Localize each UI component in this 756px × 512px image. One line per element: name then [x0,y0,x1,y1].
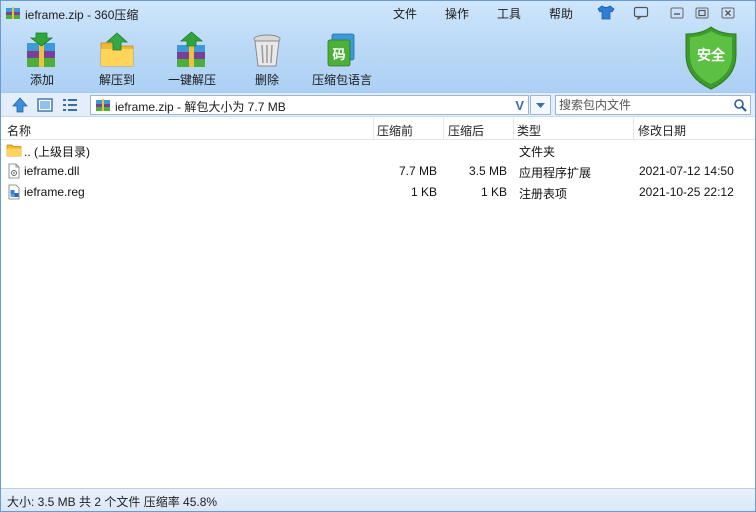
menu-tools[interactable]: 工具 [497,5,521,22]
file-list-header: 名称 压缩前 压缩后 类型 修改日期 [1,118,755,140]
file-modified: 2021-10-25 22:12 [639,185,734,199]
language-code-icon: 码 [327,33,355,67]
list-item-parent-dir[interactable]: .. (上级目录) 文件夹 [1,140,755,161]
column-divider[interactable] [373,118,374,139]
verify-icon[interactable]: V [515,98,524,113]
up-level-icon[interactable] [11,96,29,114]
column-modified[interactable]: 修改日期 [638,122,686,139]
file-name: ieframe.reg [24,185,85,199]
header-area: ieframe.zip - 360压缩 文件 操作 工具 帮助 添加 解压到 一… [1,1,755,92]
language-code-char: 码 [332,48,345,63]
archive-app-icon [6,7,20,19]
column-type[interactable]: 类型 [517,122,541,139]
file-size-after: 3.5 MB [468,164,507,178]
file-type: 注册表项 [519,187,568,201]
dll-file-icon [8,163,20,179]
minimize-icon[interactable] [667,4,687,21]
one-click-extract-icon [177,31,205,67]
menu-file[interactable]: 文件 [393,5,417,22]
large-icon-view-icon[interactable] [36,96,54,114]
delete-button[interactable]: 删除 [231,29,303,89]
file-modified: 2021-07-12 14:50 [639,164,734,178]
address-row: ieframe.zip - 解包大小为 7.7 MB V [1,92,755,117]
trash-bin-icon [253,34,281,67]
maximize-icon[interactable] [692,4,712,21]
extract-folder-icon [100,32,134,67]
file-list: .. (上级目录) 文件夹 ieframe.dll 7.7 MB 3.5 MB … [1,140,755,203]
column-size-before[interactable]: 压缩前 [377,122,413,139]
file-type: 文件夹 [519,145,556,159]
file-size-before: 7.7 MB [398,164,437,178]
skin-shirt-icon[interactable] [596,4,616,21]
delete-label: 删除 [254,73,279,87]
list-item-ieframe-reg[interactable]: ieframe.reg 1 KB 1 KB 注册表项 2021-10-25 22… [1,182,755,203]
column-divider[interactable] [443,118,444,139]
column-divider[interactable] [513,118,514,139]
search-box[interactable] [555,95,751,115]
file-name: .. (上级目录) [24,145,90,159]
security-label: 安全 [697,47,726,64]
archive-language-label: 压缩包语言 [311,73,372,87]
app-window: ieframe.zip - 360压缩 文件 操作 工具 帮助 添加 解压到 一… [0,0,756,512]
column-size-after[interactable]: 压缩后 [448,122,484,139]
column-name[interactable]: 名称 [7,122,31,139]
extract-to-button[interactable]: 解压到 [81,29,153,89]
list-item-ieframe-dll[interactable]: ieframe.dll 7.7 MB 3.5 MB 应用程序扩展 2021-07… [1,161,755,182]
file-size-after: 1 KB [480,185,507,199]
file-type: 应用程序扩展 [519,166,592,180]
menu-help[interactable]: 帮助 [549,5,573,22]
security-shield-icon[interactable]: 安全 [683,25,739,91]
file-size-before: 1 KB [410,185,437,199]
extract-to-label: 解压到 [98,73,135,87]
add-label: 添加 [29,73,54,87]
one-click-extract-button[interactable]: 一键解压 [156,29,228,89]
title-bar[interactable]: ieframe.zip - 360压缩 文件 操作 工具 帮助 [1,1,755,25]
feedback-icon[interactable] [631,4,651,21]
add-button[interactable]: 添加 [6,29,78,89]
file-name: ieframe.dll [24,164,80,178]
one-click-extract-label: 一键解压 [167,73,216,87]
archive-language-button[interactable]: 码 压缩包语言 [306,29,378,89]
address-bar[interactable]: ieframe.zip - 解包大小为 7.7 MB V [90,95,529,115]
reg-file-icon [8,184,20,200]
address-dropdown-button[interactable] [530,95,551,115]
address-path: ieframe.zip - 解包大小为 7.7 MB [115,100,286,114]
zip-file-icon [96,99,110,111]
add-archive-icon [27,32,55,67]
folder-icon [6,144,22,157]
close-icon[interactable] [718,4,738,21]
status-bar: 大小: 3.5 MB 共 2 个文件 压缩率 45.8% [1,488,755,511]
window-title: ieframe.zip - 360压缩 [25,8,139,22]
chevron-down-icon [536,103,545,108]
search-input[interactable] [559,97,729,113]
search-icon[interactable] [733,98,747,112]
status-text: 大小: 3.5 MB 共 2 个文件 压缩率 45.8% [7,495,218,509]
column-divider[interactable] [633,118,634,139]
details-view-icon[interactable] [61,96,79,114]
menu-operation[interactable]: 操作 [445,5,469,22]
